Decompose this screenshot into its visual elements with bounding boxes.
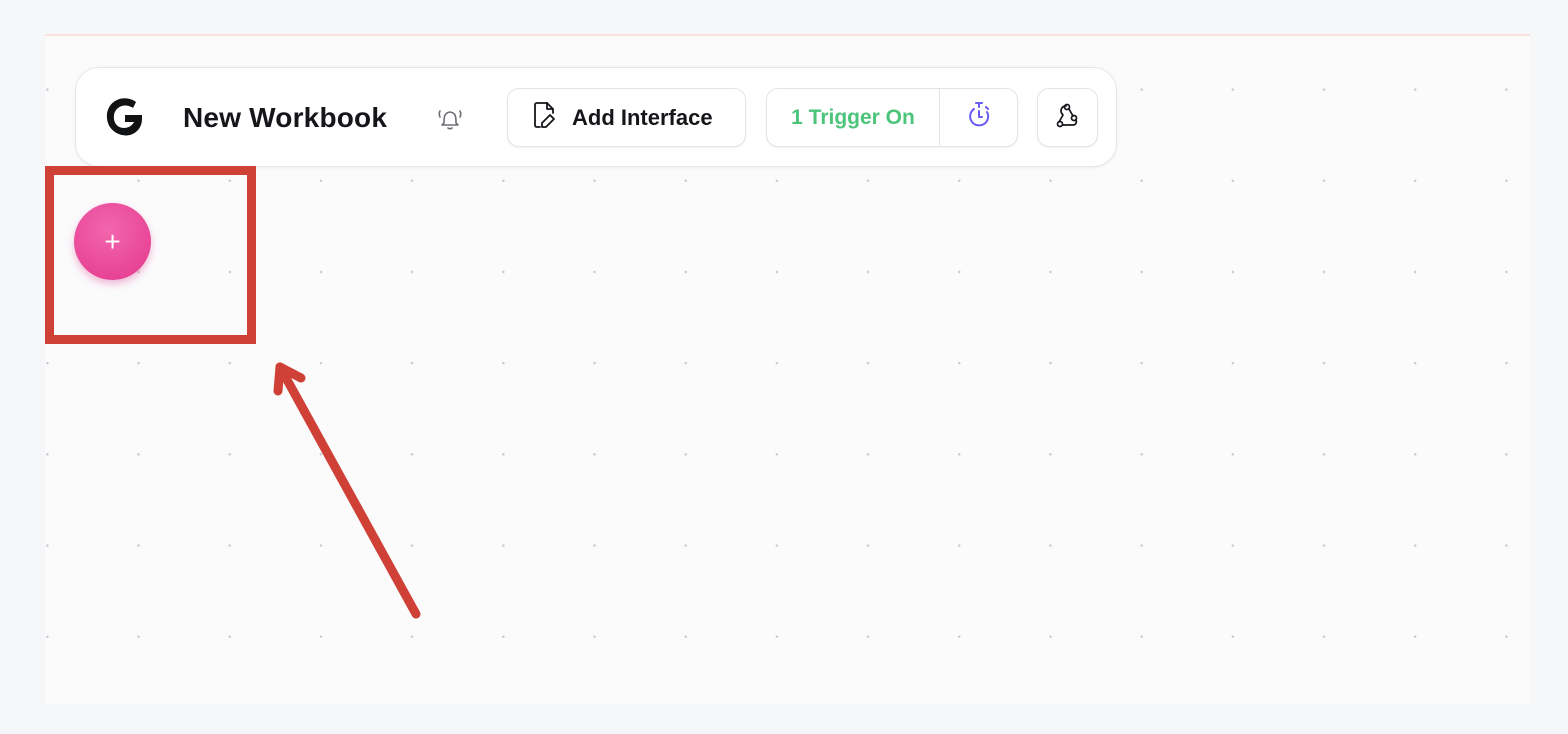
g-logo-icon[interactable] bbox=[100, 92, 150, 142]
webhook-button[interactable] bbox=[1037, 88, 1098, 147]
annotation-highlight-box bbox=[45, 166, 256, 344]
workbook-title[interactable]: New Workbook bbox=[183, 98, 387, 138]
timer-button[interactable] bbox=[940, 89, 1017, 146]
add-interface-button[interactable]: Add Interface bbox=[507, 88, 746, 147]
trigger-group: 1 Trigger On bbox=[766, 88, 1018, 147]
file-pen-icon bbox=[532, 101, 558, 134]
add-interface-label: Add Interface bbox=[572, 104, 713, 130]
webhook-icon bbox=[1054, 101, 1082, 134]
trigger-status-button[interactable]: 1 Trigger On bbox=[767, 89, 940, 146]
bell-icon[interactable] bbox=[434, 102, 466, 134]
timer-icon bbox=[966, 100, 992, 135]
